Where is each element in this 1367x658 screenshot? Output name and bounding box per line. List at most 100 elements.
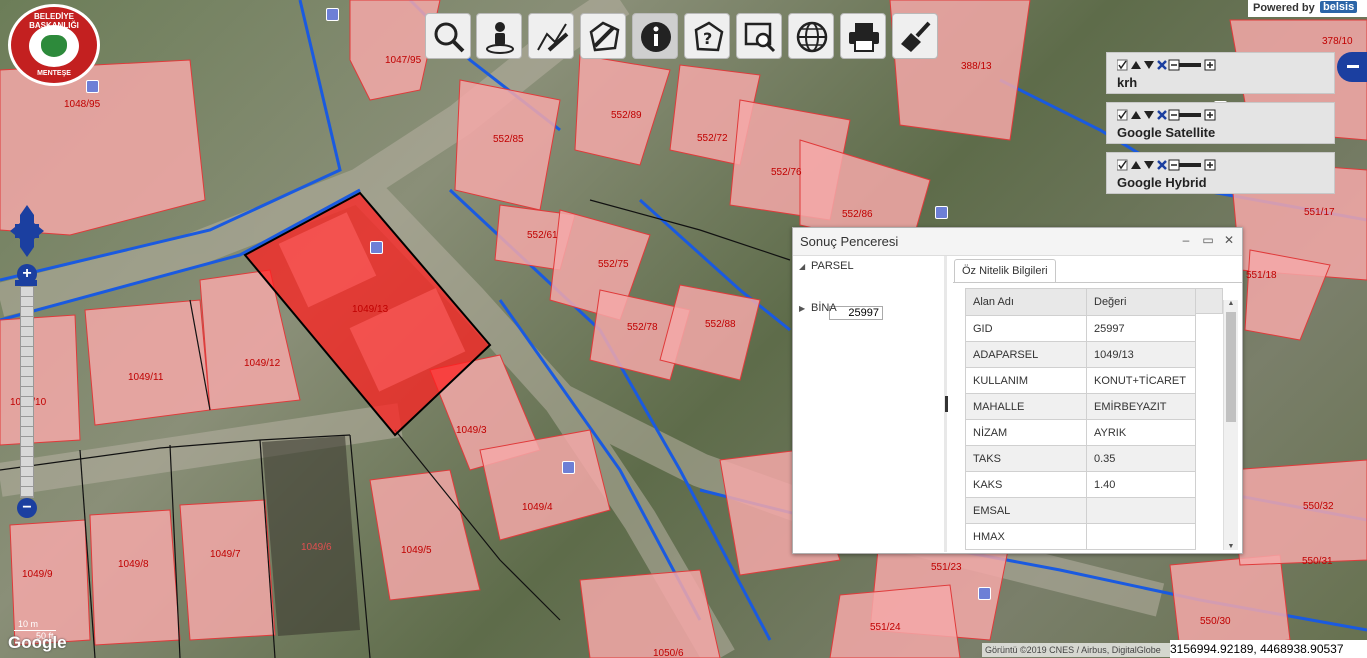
close-icon[interactable]: ✕ [1222, 233, 1236, 247]
powered-by-text: Powered by [1253, 2, 1315, 14]
expanded-arrow-icon[interactable]: ◢ [799, 262, 811, 271]
parcel-label: 1049/12 [244, 358, 281, 369]
parcel-label: 1049/8 [118, 559, 149, 570]
result-window: Sonuç Penceresi – ▭ ✕ ◢ PARSEL 25997 ▶ BİN… [792, 227, 1243, 554]
window-header[interactable]: Sonuç Penceresi – ▭ ✕ [793, 228, 1242, 256]
splitter-grip-icon[interactable] [945, 396, 948, 412]
parcel-label: 551/23 [931, 562, 962, 573]
municipality-logo: BELEDİYE BAŞKANLIĞI MENTEŞE [8, 4, 100, 86]
poi-marker-icon[interactable] [86, 80, 99, 93]
measure-distance-button[interactable] [528, 13, 574, 59]
parcel-label: 1049/3 [456, 425, 487, 436]
table-row[interactable]: NİZAM AYRIK [965, 419, 1196, 446]
parcel-label: 1049/9 [22, 569, 53, 580]
table-row[interactable]: TAKS 0.35 [965, 445, 1196, 472]
search-results-icon [744, 22, 776, 53]
info-icon [641, 22, 671, 52]
powered-by-badge[interactable]: Powered by belsis [1248, 0, 1367, 17]
area-measure-icon [589, 21, 620, 52]
user-location-button[interactable] [476, 13, 522, 59]
collapse-layer-panel-button[interactable] [1337, 52, 1367, 82]
layer-item-krh[interactable]: krh [1106, 52, 1335, 94]
scroll-up-icon[interactable]: ▲ [1224, 300, 1238, 307]
parcel-label: 1049/7 [210, 549, 241, 560]
parcel-label: 552/88 [705, 319, 736, 330]
scrollbar-thumb[interactable] [1226, 312, 1236, 422]
scroll-down-icon[interactable]: ▼ [1224, 543, 1238, 550]
parcel-label: 550/31 [1302, 556, 1333, 567]
parcel-label: 552/76 [771, 167, 802, 178]
table-row[interactable]: GID 25997 [965, 315, 1196, 342]
pan-control[interactable] [10, 205, 44, 257]
parcel-label: 551/24 [870, 622, 901, 633]
table-row[interactable]: KULLANIM KONUT+TİCARET [965, 367, 1196, 394]
parcel-label: 1049/13 [352, 304, 389, 315]
poi-marker-icon[interactable] [935, 206, 948, 219]
globe-button[interactable] [788, 13, 834, 59]
print-icon [849, 23, 879, 52]
coordinate-readout: 3156994.92189, 4468938.90537 [1170, 640, 1367, 658]
parcel-label: 551/17 [1304, 207, 1335, 218]
poi-marker-icon[interactable] [370, 241, 383, 254]
pan-up-icon[interactable] [20, 205, 34, 215]
layer-name: Google Satellite [1117, 125, 1216, 140]
info-button[interactable] [632, 13, 678, 59]
search-icon [434, 22, 465, 53]
layer-item-google-satellite[interactable]: Google Satellite [1106, 102, 1335, 144]
clear-icon [901, 21, 931, 52]
logo-bottom-text: MENTEŞE [37, 70, 71, 77]
print-button[interactable] [840, 13, 886, 59]
parcel-label: 552/86 [842, 209, 873, 220]
table-scrollbar[interactable]: ▲ ▼ [1223, 300, 1238, 550]
measure-icon [537, 23, 569, 52]
parcel-label: 1049/4 [522, 502, 553, 513]
user-location-icon [486, 22, 514, 54]
parcel-label: 1048/95 [64, 99, 101, 110]
table-row[interactable]: ADAPARSEL 1049/13 [965, 341, 1196, 368]
table-row[interactable]: MAHALLE EMİRBEYAZIT [965, 393, 1196, 420]
zoom-slider-handle[interactable] [15, 280, 37, 286]
poi-marker-icon[interactable] [978, 587, 991, 600]
maximize-icon[interactable]: ▭ [1201, 233, 1215, 247]
tree-node-parsel[interactable]: ◢ PARSEL [799, 260, 854, 272]
parcel-label: 1047/95 [385, 55, 422, 66]
parcel-label: 552/85 [493, 134, 524, 145]
tab-attributes[interactable]: Öz Nitelik Bilgileri [954, 259, 1056, 282]
table-row[interactable]: KAKS 1.40 [965, 471, 1196, 498]
parcel-label: 1049/11 [128, 372, 164, 383]
parcel-label: 1049/5 [401, 545, 432, 556]
search-button[interactable] [425, 13, 471, 59]
tree-node-bina[interactable]: ▶ BİNA [799, 302, 837, 314]
pan-down-icon[interactable] [20, 247, 34, 257]
parcel-label: 552/89 [611, 110, 642, 121]
poi-marker-icon[interactable] [326, 8, 339, 21]
collapsed-arrow-icon[interactable]: ▶ [799, 304, 811, 313]
parcel-label: 552/72 [697, 133, 728, 144]
measure-area-button[interactable] [580, 13, 626, 59]
search-results-button[interactable] [736, 13, 782, 59]
column-header[interactable]: Alan Adı [965, 288, 1087, 316]
layer-controls[interactable] [1117, 59, 1217, 71]
zoom-slider[interactable] [20, 286, 34, 498]
parcel-label: 552/78 [627, 322, 658, 333]
tree-leaf-value[interactable]: 25997 [829, 306, 883, 320]
parcel-label: 1050/6 [653, 648, 684, 658]
poi-marker-icon[interactable] [562, 461, 575, 474]
query-button[interactable]: ? [684, 13, 730, 59]
layer-name: Google Hybrid [1117, 175, 1207, 190]
table-header-corner [1196, 288, 1223, 314]
zoom-control: + − [15, 264, 37, 518]
municipality-logo-icon [29, 25, 79, 67]
minimize-icon[interactable]: – [1179, 233, 1193, 247]
column-header[interactable]: Değeri [1086, 288, 1196, 316]
layer-controls[interactable] [1117, 159, 1217, 171]
parcel-label: 552/61 [527, 230, 558, 241]
layer-item-google-hybrid[interactable]: Google Hybrid [1106, 152, 1335, 194]
table-row[interactable]: HMAX [965, 523, 1196, 550]
parcel-label: 1049/6 [301, 542, 332, 553]
zoom-out-button[interactable]: − [17, 498, 37, 518]
layer-controls[interactable] [1117, 109, 1217, 121]
clear-button[interactable] [892, 13, 938, 59]
imagery-attribution: Görüntü ©2019 CNES / Airbus, DigitalGlob… [982, 643, 1173, 657]
table-row[interactable]: EMSAL [965, 497, 1196, 524]
